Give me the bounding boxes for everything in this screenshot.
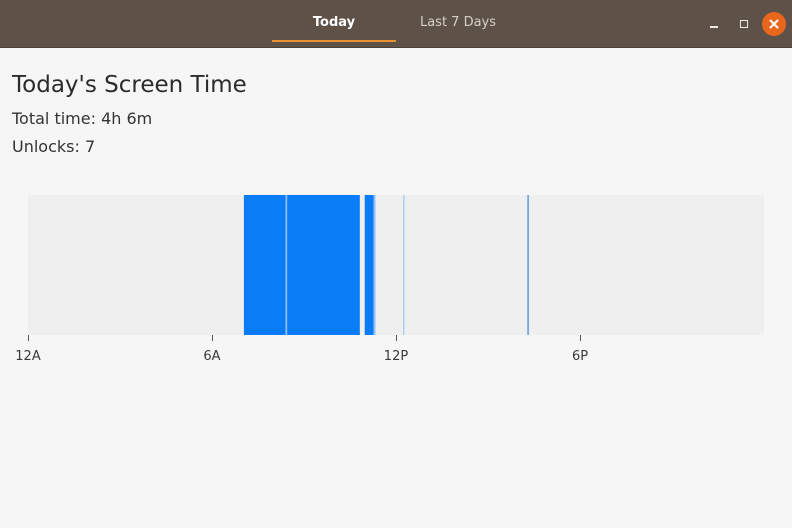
usage-session-bar — [243, 195, 286, 335]
header-bar: Today Last 7 Days — [0, 0, 792, 48]
timeline-svg — [28, 195, 764, 341]
active-tab-indicator — [272, 40, 396, 42]
tab-last-7-days[interactable]: Last 7 Days — [396, 0, 520, 48]
page-title: Today's Screen Time — [12, 72, 247, 98]
total-time-text: Total time: 4h 6m — [12, 109, 153, 128]
axis-tick-label: 6P — [571, 349, 589, 364]
usage-session-bar — [527, 195, 529, 335]
screen-time-window: Today Last 7 Days Today's Screen Time To… — [0, 0, 792, 528]
minimize-button[interactable] — [702, 12, 726, 36]
minimize-icon — [710, 26, 718, 28]
axis-tick-label: 12A — [15, 349, 41, 364]
maximize-icon — [740, 20, 748, 28]
axis-tick-label: 12P — [383, 349, 409, 364]
usage-session-bar — [403, 195, 405, 335]
unlocks-text: Unlocks: 7 — [12, 137, 96, 156]
close-icon — [769, 19, 779, 29]
maximize-button[interactable] — [732, 12, 756, 36]
usage-session-bar — [373, 195, 376, 335]
timeline-background — [28, 195, 764, 335]
close-button[interactable] — [762, 12, 786, 36]
usage-timeline-chart — [28, 195, 764, 341]
usage-session-bar — [364, 195, 374, 335]
usage-session-bar — [287, 195, 360, 335]
usage-session-bar — [285, 195, 288, 335]
axis-tick-label: 6A — [203, 349, 221, 364]
